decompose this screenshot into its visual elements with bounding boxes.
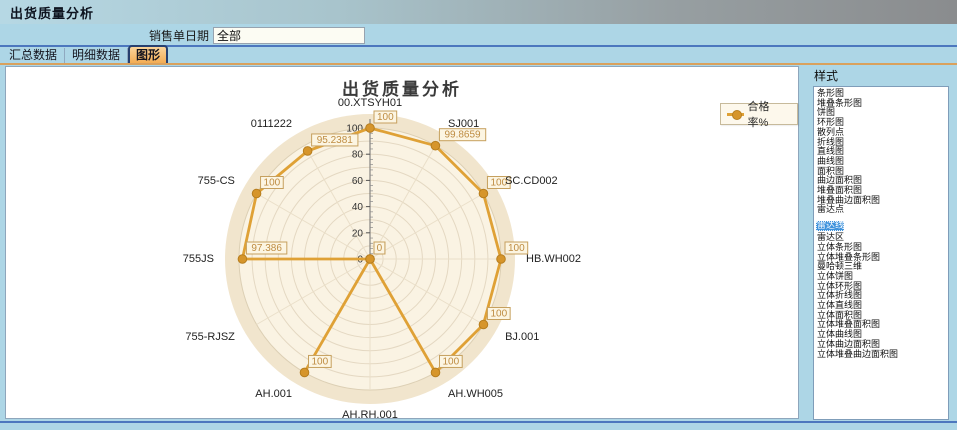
legend-line-dot-icon [727,113,744,116]
radar-value-label: 100 [377,112,394,123]
tab-detail-data[interactable]: 明细数据 [65,48,128,63]
radar-data-point [300,368,309,377]
radar-data-point [252,189,261,198]
style-option[interactable]: 堆叠条形图 [816,99,948,109]
tab-strip: 汇总数据 明细数据 图形 [0,47,957,63]
radar-data-point [479,320,488,329]
radar-tick-label: 20 [352,228,364,239]
radar-category-label: SJ001 [448,118,479,130]
radar-chart: 02040608010010099.8659100100100100010009… [6,67,798,418]
tab-chart[interactable]: 图形 [128,45,168,63]
tab-summary-data[interactable]: 汇总数据 [2,48,65,63]
tab-content-area: 02040608010010099.8659100100100100010009… [0,65,957,421]
radar-value-label: 100 [508,243,525,254]
chart-panel: 02040608010010099.8659100100100100010009… [5,66,799,419]
radar-data-point [479,189,488,198]
radar-data-point [431,141,440,150]
radar-value-label: 100 [264,178,281,189]
radar-category-label: SC.CD002 [505,175,558,187]
radar-tick-label: 80 [352,150,364,161]
style-option-list: 条形图堆叠条形图饼图环形图散列点折线图直线图曲线图面积图曲边面积图堆叠面积图堆叠… [814,87,948,359]
radar-data-point [303,147,312,156]
style-listbox[interactable]: 条形图堆叠条形图饼图环形图散列点折线图直线图曲线图面积图曲边面积图堆叠面积图堆叠… [813,86,949,420]
style-panel: 样式 条形图堆叠条形图饼图环形图散列点折线图直线图曲线图面积图曲边面积图堆叠面积… [806,65,957,421]
page-title: 出货质量分析 [10,3,94,22]
radar-category-label: AH.RH.001 [342,409,398,418]
style-option[interactable]: 雷达线 [816,221,844,231]
radar-category-label: 755JS [183,253,214,265]
radar-category-label: 0111222 [251,118,292,130]
radar-data-point [238,255,247,264]
radar-value-label: 99.8659 [444,130,481,141]
style-panel-title: 样式 [806,65,957,86]
radar-data-point [366,255,375,264]
radar-category-label: 755-CS [198,175,235,187]
radar-value-label: 100 [490,309,507,320]
filter-bar: 销售单日期 [0,24,957,46]
style-option[interactable]: 立体堆叠曲边面积图 [816,350,948,360]
date-filter-label: 销售单日期 [0,27,213,44]
radar-value-label: 100 [312,356,329,367]
radar-value-label: 95.2381 [317,135,354,146]
radar-tick-label: 60 [352,176,364,187]
radar-value-label: 100 [443,356,460,367]
radar-value-label: 0 [377,243,383,254]
radar-data-point [366,124,375,133]
bottom-status-strip [0,421,957,430]
window-titlebar: 出货质量分析 [0,0,957,24]
radar-value-label: 97.386 [251,243,282,254]
app-window: 出货质量分析 销售单日期 汇总数据 明细数据 图形 0 20 40 60 80 100 10… [0,0,957,430]
chart-title: 出货质量分析 [6,75,798,100]
style-option[interactable]: 雷达点 [816,205,948,215]
radar-category-label: AH.WH005 [448,388,503,400]
radar-tick-label: 40 [352,202,364,213]
chart-legend: 合格率% [720,103,798,125]
radar-category-label: HB.WH002 [526,253,581,265]
radar-data-point [431,368,440,377]
radar-category-label: AH.001 [255,388,292,400]
legend-label: 合格率% [748,98,790,130]
date-filter-input[interactable] [213,27,365,44]
radar-data-point [497,255,506,264]
radar-category-label: 755-RJSZ [185,331,235,343]
radar-category-label: BJ.001 [505,331,539,343]
